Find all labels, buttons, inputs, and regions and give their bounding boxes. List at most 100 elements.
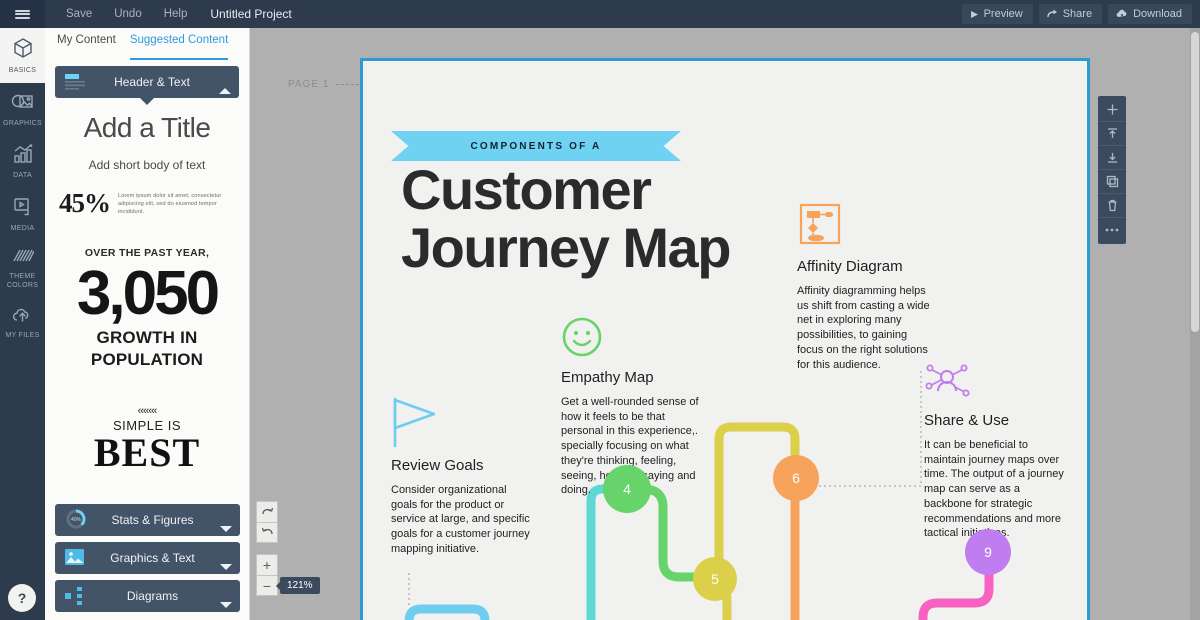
preview-growth-line-2: POPULATION — [90, 350, 204, 369]
chevron-up-icon[interactable] — [219, 88, 231, 94]
preview-label: Preview — [983, 8, 1023, 20]
top-bar-menu: Save Undo Help — [55, 0, 198, 28]
content-panel-tabs: My Content Suggested Content — [45, 28, 249, 60]
section-heading-empathy: Empathy Map — [561, 369, 654, 386]
infographic-title-line-2: Journey Map — [401, 216, 731, 279]
cloud-upload-icon — [11, 306, 34, 329]
chevron-down-icon-stats[interactable] — [220, 526, 232, 532]
share-arrow-icon — [1047, 9, 1058, 19]
sidebar-item-my-files[interactable]: MY FILES — [0, 297, 45, 348]
preview-subtitle[interactable]: Add short body of text — [55, 158, 239, 172]
sidebar-item-basics[interactable]: BASICS — [0, 28, 45, 83]
menu-item-help[interactable]: Help — [153, 0, 199, 28]
app-root: Save Undo Help Untitled Project Preview … — [0, 0, 1200, 620]
zoom-level-badge: 121% — [276, 577, 320, 594]
sidebar-label-basics: BASICS — [8, 67, 37, 74]
zoom-in-button[interactable]: + — [257, 555, 277, 575]
canvas-zoom-controls: + − 121% — [256, 554, 320, 596]
bar-chart-icon — [12, 144, 34, 169]
section-heading-review: Review Goals — [391, 457, 484, 474]
infographic-title-line-1: Customer — [401, 158, 652, 221]
preview-button[interactable]: Preview — [961, 4, 1033, 24]
section-body-share: It can be beneficial to maintain journey… — [924, 439, 1064, 540]
accordion-diagrams[interactable]: Diagrams — [55, 580, 240, 612]
zoom-in-label: + — [262, 557, 272, 573]
project-title[interactable]: Untitled Project — [210, 7, 291, 21]
step-circle-4[interactable]: 4 — [603, 465, 651, 513]
duplicate-icon[interactable] — [1098, 170, 1126, 194]
swatch-lines-icon — [12, 249, 35, 270]
preview-growth-line-1: GROWTH IN — [96, 328, 198, 347]
download-button[interactable]: Download — [1108, 4, 1192, 24]
section-review-goals[interactable]: Review Goals Consider organizational goa… — [391, 396, 533, 557]
section-share-and-use[interactable]: Share & Use It can be beneficial to main… — [924, 361, 1064, 541]
svg-text:40%: 40% — [71, 517, 82, 523]
redo-arrow-icon[interactable] — [257, 502, 277, 522]
sidebar-item-theme-colors[interactable]: THEME COLORS — [0, 240, 45, 297]
accordion-stats-figures[interactable]: 40% Stats & Figures — [55, 504, 240, 536]
network-person-icon — [924, 364, 972, 409]
preview-stat-lorem: Lorem ipsum dolor sit amet, consectetur … — [118, 192, 222, 215]
canvas-object-toolbar — [1098, 96, 1126, 244]
hamburger-menu-icon[interactable] — [0, 0, 45, 28]
canvas-history-controls — [256, 501, 278, 543]
canvas-workspace[interactable]: PAGE 1 COMPONENTS OF A Customer Journey … — [250, 28, 1200, 620]
accordion-graphics-text[interactable]: Graphics & Text — [55, 542, 240, 574]
section-affinity-diagram[interactable]: Affinity Diagram Affinity diagramming he… — [797, 201, 932, 372]
chevron-down-icon-graphics[interactable] — [220, 564, 232, 570]
preview-divider-glyph: ‹‹‹‹‹‹‹ — [137, 405, 158, 417]
panel-collapsed-sections: 40% Stats & Figures Graphics & Text Diag… — [45, 498, 249, 620]
tab-my-content[interactable]: My Content — [57, 34, 116, 60]
tab-suggested-content[interactable]: Suggested Content — [129, 34, 229, 60]
align-top-icon[interactable] — [1098, 122, 1126, 146]
help-button[interactable]: ? — [8, 584, 36, 612]
sidebar-item-media[interactable]: MEDIA — [0, 188, 45, 241]
menu-item-undo[interactable]: Undo — [103, 0, 153, 28]
trash-icon[interactable] — [1098, 194, 1126, 218]
canvas-page[interactable]: COMPONENTS OF A Customer Journey Map Aff… — [360, 58, 1090, 620]
page-label: PAGE 1 — [288, 79, 330, 90]
preview-big-number: 3,050 — [76, 259, 220, 328]
accordion-header-text[interactable]: Header & Text — [55, 66, 239, 105]
section-heading-share: Share & Use — [924, 412, 1010, 429]
preview-title[interactable]: Add a Title — [55, 112, 239, 144]
top-bar: Save Undo Help Untitled Project Preview … — [0, 0, 1200, 28]
preview-over-label: OVER THE PAST YEAR, — [84, 247, 210, 259]
vertical-scrollbar[interactable] — [1190, 28, 1200, 620]
undo-arrow-icon[interactable] — [257, 522, 277, 542]
cloud-download-icon — [1116, 9, 1128, 19]
step-circle-6[interactable]: 6 — [773, 455, 819, 501]
preview-stat-block[interactable]: 45% Lorem ipsum dolor sit amet, consecte… — [55, 188, 239, 219]
download-label: Download — [1133, 8, 1182, 20]
section-heading-affinity: Affinity Diagram — [797, 258, 903, 275]
left-tool-rail: BASICS GRAPHICS DATA MEDIA THEME COLORS … — [0, 28, 45, 620]
accordion-label-stats-figures: Stats & Figures — [111, 513, 194, 527]
top-bar-actions: Preview Share Download — [961, 4, 1200, 24]
step-circle-5[interactable]: 5 — [693, 557, 737, 601]
infographic-banner[interactable]: COMPONENTS OF A — [391, 131, 681, 161]
more-dots-icon[interactable] — [1098, 218, 1126, 242]
sidebar-label-graphics: GRAPHICS — [3, 119, 42, 127]
menu-item-save[interactable]: Save — [55, 0, 103, 28]
step-circle-9[interactable]: 9 — [965, 529, 1011, 575]
sidebar-label-theme-colors-1: THEME — [9, 273, 36, 280]
align-bottom-icon[interactable] — [1098, 146, 1126, 170]
step-number-6: 6 — [792, 470, 800, 486]
add-icon[interactable] — [1098, 98, 1126, 122]
chevron-down-icon-diagrams[interactable] — [220, 602, 232, 608]
scrollbar-thumb[interactable] — [1191, 32, 1199, 332]
section-body-affinity: Affinity diagramming helps us shift from… — [797, 285, 930, 371]
sidebar-item-graphics[interactable]: GRAPHICS — [0, 83, 45, 136]
step-number-4: 4 — [623, 481, 631, 497]
sidebar-item-data[interactable]: DATA — [0, 135, 45, 188]
play-icon — [970, 10, 979, 19]
image-shapes-icon — [11, 92, 34, 117]
share-button[interactable]: Share — [1038, 4, 1103, 24]
zoom-out-button[interactable]: − — [257, 575, 277, 595]
flag-icon — [391, 397, 441, 452]
content-panel: My Content Suggested Content Header & Te… — [45, 28, 250, 620]
step-number-5: 5 — [711, 571, 719, 587]
suggested-preview: Add a Title Add short body of text 45% L… — [45, 98, 249, 473]
infographic-title[interactable]: Customer Journey Map — [401, 161, 821, 277]
sidebar-label-data: DATA — [13, 172, 32, 179]
